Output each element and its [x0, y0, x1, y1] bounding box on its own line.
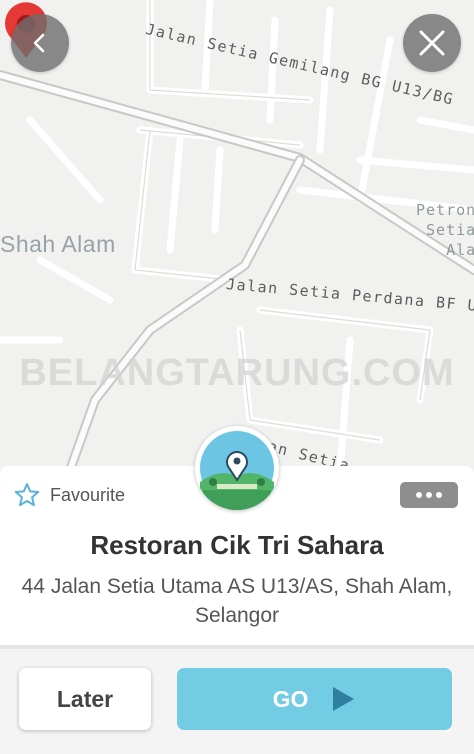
watermark: BELANGTARUNG.COM	[19, 352, 455, 394]
favourite-label: Favourite	[50, 484, 126, 505]
back-button[interactable]	[11, 14, 69, 72]
poi-label-line: Petron	[416, 201, 474, 219]
area-label: Shah Alam	[0, 231, 116, 257]
more-dot-icon	[416, 492, 422, 498]
go-button[interactable]: GO	[177, 668, 452, 730]
place-name: Restoran Cik Tri Sahara	[90, 530, 384, 560]
more-options-button[interactable]	[400, 482, 458, 508]
close-button[interactable]	[403, 14, 461, 72]
later-button-label: Later	[56, 685, 114, 712]
close-x-icon	[419, 30, 445, 56]
star-icon	[14, 483, 40, 507]
poi-label: Petron Setia Ala	[396, 200, 474, 260]
more-dot-icon	[436, 492, 442, 498]
favourite-toggle[interactable]: Favourite	[14, 482, 125, 508]
map-view[interactable]: Jalan Setia Gemilang BG U13/BG Jalan Set…	[0, 0, 474, 500]
place-illustration-icon	[200, 431, 274, 510]
poi-label-line: Setia Ala	[426, 221, 474, 259]
play-arrow-icon	[333, 687, 355, 711]
chevron-left-icon	[33, 33, 45, 53]
go-button-label: GO	[272, 685, 309, 712]
place-address: 44 Jalan Setia Utama AS U13/AS, Shah Ala…	[21, 575, 453, 627]
place-avatar	[195, 426, 279, 510]
more-dot-icon	[426, 492, 432, 498]
later-button[interactable]: Later	[19, 668, 151, 730]
